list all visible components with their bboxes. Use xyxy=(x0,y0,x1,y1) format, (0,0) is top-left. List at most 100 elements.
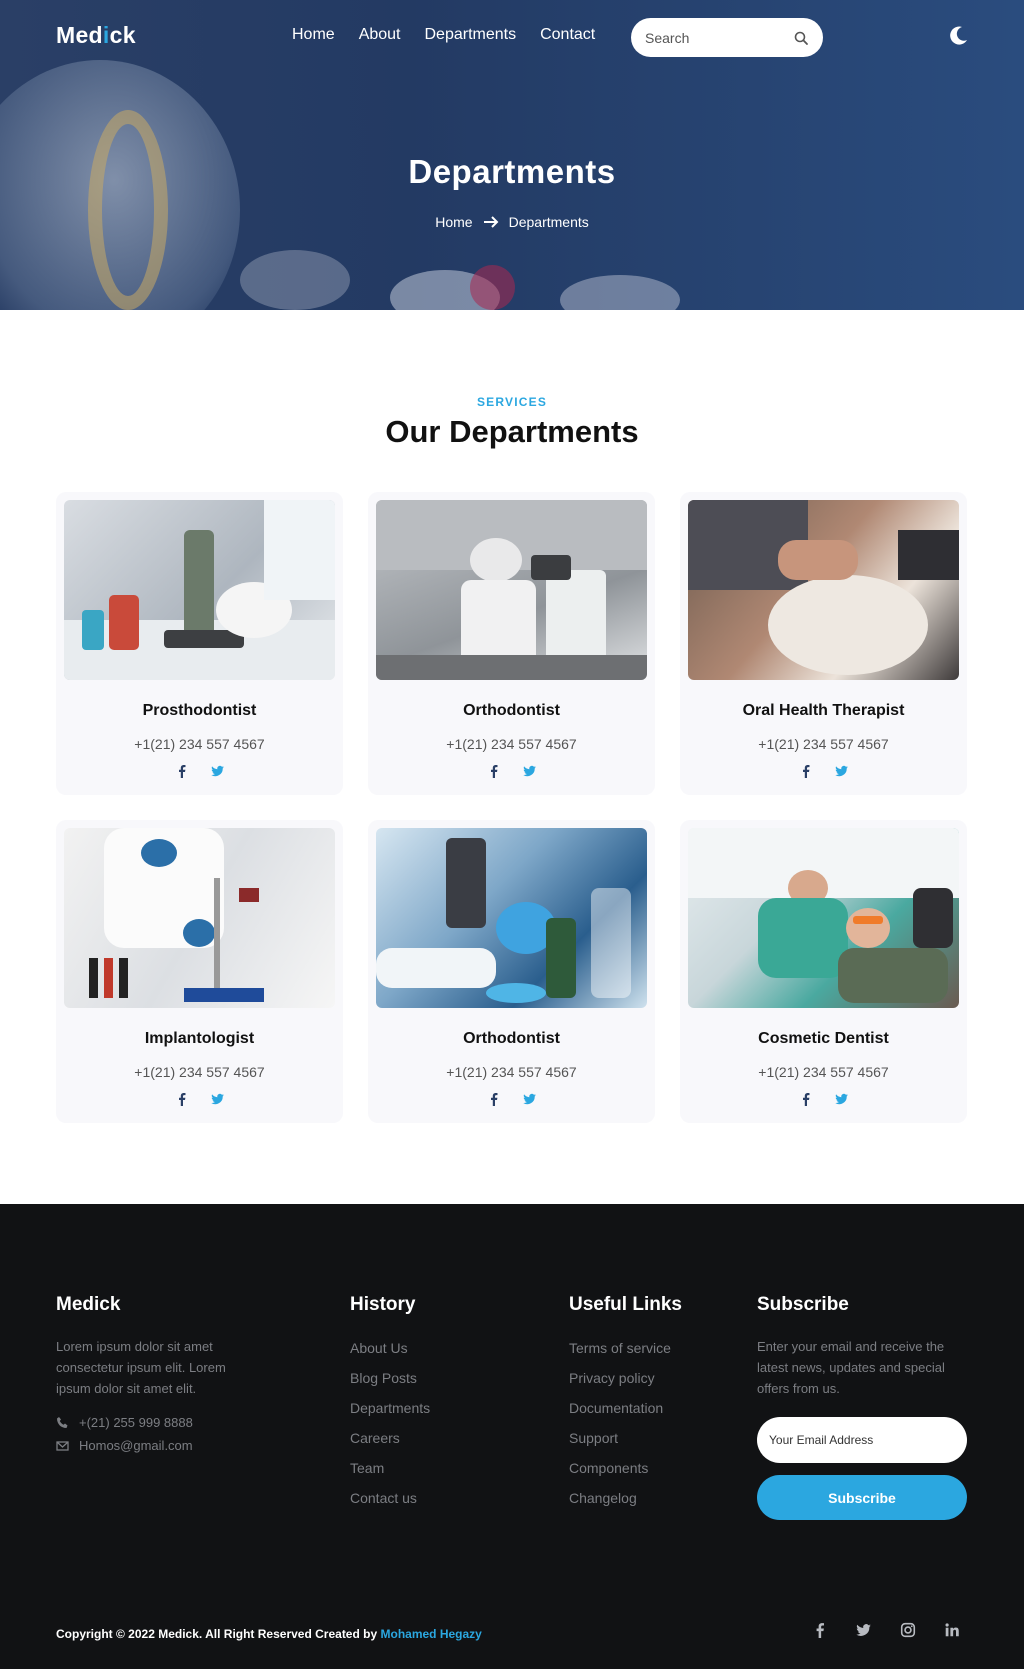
footer-useful-title: Useful Links xyxy=(569,1294,682,1315)
twitter-icon[interactable] xyxy=(210,764,225,778)
twitter-icon[interactable] xyxy=(834,1092,849,1106)
department-phone: +1(21) 234 557 4567 xyxy=(758,736,889,752)
section-kicker: SERVICES xyxy=(476,395,548,409)
card-social-links xyxy=(64,764,335,778)
phone-icon xyxy=(57,1417,68,1428)
facebook-icon[interactable] xyxy=(175,1092,189,1106)
department-phone: +1(21) 234 557 4567 xyxy=(758,1064,889,1080)
nav-link-departments[interactable]: Departments xyxy=(425,26,517,44)
department-card[interactable]: Orthodontist +1(21) 234 557 4567 xyxy=(368,492,655,795)
department-name: Implantologist xyxy=(144,1030,255,1047)
footer-useful-links: Terms of service Privacy policy Document… xyxy=(569,1340,729,1520)
search-icon[interactable] xyxy=(793,30,809,46)
breadcrumb: Home Departments xyxy=(0,214,1024,230)
department-name: Prosthodontist xyxy=(142,702,257,719)
nav-link-about[interactable]: About xyxy=(359,26,401,44)
footer-link-departments[interactable]: Departments xyxy=(350,1400,500,1430)
department-photo xyxy=(688,828,959,1008)
twitter-icon[interactable] xyxy=(522,764,537,778)
department-name: Orthodontist xyxy=(463,1030,560,1047)
facebook-icon[interactable] xyxy=(812,1622,828,1638)
arrow-right-icon xyxy=(483,216,499,228)
search-input[interactable] xyxy=(645,29,785,46)
card-social-links xyxy=(376,764,647,778)
section-title: Our Departments xyxy=(385,414,639,449)
subscribe-button[interactable]: Subscribe xyxy=(757,1475,967,1520)
footer-link-support[interactable]: Support xyxy=(569,1430,729,1460)
footer-subscribe-title: Subscribe xyxy=(757,1294,849,1315)
subscribe-email-input[interactable] xyxy=(757,1417,967,1463)
nav-link-home[interactable]: Home xyxy=(292,26,335,44)
facebook-icon[interactable] xyxy=(487,1092,501,1106)
breadcrumb-home[interactable]: Home xyxy=(435,214,472,230)
facebook-icon[interactable] xyxy=(487,764,501,778)
footer-link-documentation[interactable]: Documentation xyxy=(569,1400,729,1430)
footer-useful-links-column: Useful Links Terms of service Privacy po… xyxy=(569,1294,729,1520)
footer-history-title: History xyxy=(350,1294,416,1315)
nav-link-contact[interactable]: Contact xyxy=(540,26,595,44)
footer-link-contact-us[interactable]: Contact us xyxy=(350,1490,500,1520)
footer-brand-title: Medick xyxy=(56,1294,121,1315)
breadcrumb-current: Departments xyxy=(508,214,589,230)
department-card[interactable]: Implantologist +1(21) 234 557 4567 xyxy=(56,820,343,1123)
twitter-icon[interactable] xyxy=(856,1622,872,1638)
footer-link-components[interactable]: Components xyxy=(569,1460,729,1490)
departments-grid: Prosthodontist +1(21) 234 557 4567 Ortho… xyxy=(56,492,967,1123)
department-card[interactable]: Oral Health Therapist +1(21) 234 557 456… xyxy=(680,492,967,795)
department-card[interactable]: Prosthodontist +1(21) 234 557 4567 xyxy=(56,492,343,795)
envelope-icon xyxy=(56,1441,69,1451)
department-name: Orthodontist xyxy=(463,702,560,719)
hero-banner: Medick Home About Departments Contact De… xyxy=(0,0,1024,310)
footer-link-about-us[interactable]: About Us xyxy=(350,1340,500,1370)
department-name: Cosmetic Dentist xyxy=(758,1030,889,1047)
footer-link-terms[interactable]: Terms of service xyxy=(569,1340,729,1370)
copyright-text: Copyright © 2022 Medick. All Right Reser… xyxy=(56,1627,482,1641)
department-phone: +1(21) 234 557 4567 xyxy=(134,736,265,752)
facebook-icon[interactable] xyxy=(175,764,189,778)
footer-history-column: History About Us Blog Posts Departments … xyxy=(350,1294,500,1520)
footer-history-links: About Us Blog Posts Departments Careers … xyxy=(350,1340,500,1520)
twitter-icon[interactable] xyxy=(210,1092,225,1106)
twitter-icon[interactable] xyxy=(834,764,849,778)
footer-social-links xyxy=(812,1622,960,1638)
card-social-links xyxy=(688,764,959,778)
linkedin-icon[interactable] xyxy=(944,1622,960,1638)
page-title: Departments xyxy=(408,153,616,190)
card-social-links xyxy=(688,1092,959,1106)
dark-mode-moon-icon[interactable] xyxy=(948,24,970,46)
footer-link-team[interactable]: Team xyxy=(350,1460,500,1490)
nav-links: Home About Departments Contact xyxy=(292,26,595,44)
footer-link-changelog[interactable]: Changelog xyxy=(569,1490,729,1520)
site-footer: Medick Lorem ipsum dolor sit amet consec… xyxy=(0,1204,1024,1669)
footer-link-careers[interactable]: Careers xyxy=(350,1430,500,1460)
twitter-icon[interactable] xyxy=(522,1092,537,1106)
card-social-links xyxy=(376,1092,647,1106)
search-box xyxy=(631,18,823,57)
department-card[interactable]: Cosmetic Dentist +1(21) 234 557 4567 xyxy=(680,820,967,1123)
footer-brand-column: Medick Lorem ipsum dolor sit amet consec… xyxy=(56,1294,256,1453)
author-link[interactable]: Mohamed Hegazy xyxy=(381,1627,482,1641)
footer-email: Homos@gmail.com xyxy=(56,1438,256,1453)
facebook-icon[interactable] xyxy=(799,1092,813,1106)
footer-subscribe-column: Subscribe Enter your email and receive t… xyxy=(757,1294,969,1520)
top-navigation: Medick Home About Departments Contact xyxy=(0,0,1024,74)
footer-subscribe-text: Enter your email and receive the latest … xyxy=(757,1339,945,1396)
department-phone: +1(21) 234 557 4567 xyxy=(134,1064,265,1080)
department-phone: +1(21) 234 557 4567 xyxy=(446,736,577,752)
department-photo xyxy=(64,500,335,680)
footer-brand-text: Lorem ipsum dolor sit amet consectetur i… xyxy=(56,1339,226,1396)
department-photo xyxy=(376,828,647,1008)
department-photo xyxy=(64,828,335,1008)
facebook-icon[interactable] xyxy=(799,764,813,778)
department-photo xyxy=(376,500,647,680)
department-phone: +1(21) 234 557 4567 xyxy=(446,1064,577,1080)
footer-phone: +(21) 255 999 8888 xyxy=(56,1415,256,1430)
site-logo[interactable]: Medick xyxy=(56,22,136,49)
card-social-links xyxy=(64,1092,335,1106)
footer-link-blog-posts[interactable]: Blog Posts xyxy=(350,1370,500,1400)
footer-link-privacy[interactable]: Privacy policy xyxy=(569,1370,729,1400)
instagram-icon[interactable] xyxy=(900,1622,916,1638)
department-photo xyxy=(688,500,959,680)
department-card[interactable]: Orthodontist +1(21) 234 557 4567 xyxy=(368,820,655,1123)
department-name: Oral Health Therapist xyxy=(742,702,905,719)
